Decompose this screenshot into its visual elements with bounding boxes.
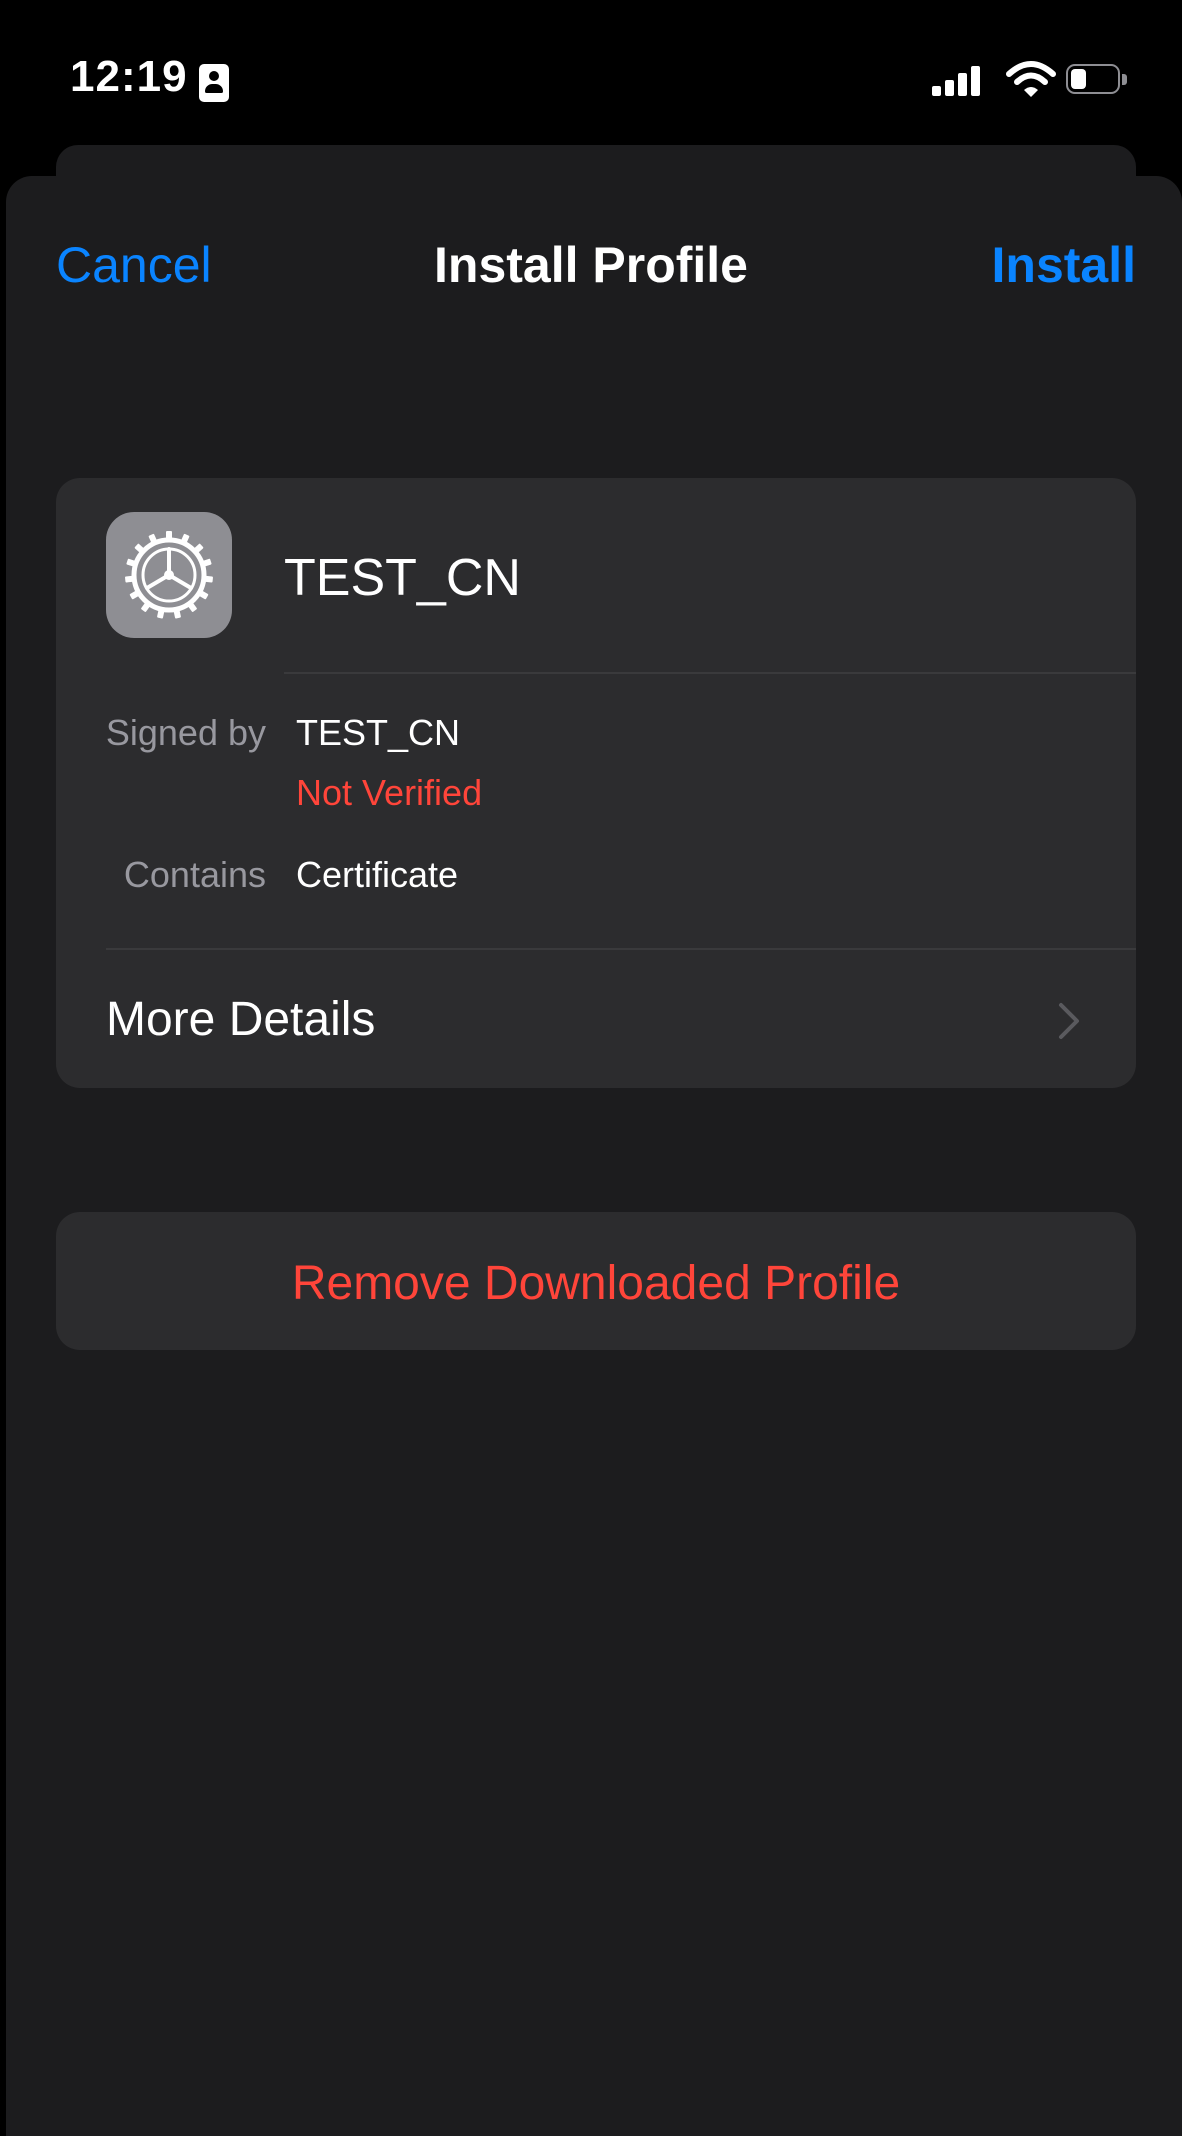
- chevron-right-icon: [1058, 1002, 1080, 1040]
- cancel-button[interactable]: Cancel: [56, 236, 212, 294]
- remove-downloaded-profile-button[interactable]: Remove Downloaded Profile: [56, 1212, 1136, 1350]
- profile-card: TEST_CN Signed by TEST_CN Not Verified C…: [56, 478, 1136, 1088]
- status-bar: 12:19: [0, 0, 1182, 150]
- contains-value: Certificate: [296, 854, 459, 895]
- status-time: 12:19: [70, 52, 188, 101]
- signed-by-label: Signed by: [105, 712, 266, 753]
- divider: [284, 672, 1136, 674]
- install-profile-sheet: [6, 176, 1182, 2136]
- profile-name: TEST_CN: [284, 549, 521, 607]
- wifi-icon: [1006, 60, 1056, 100]
- install-button[interactable]: Install: [992, 236, 1136, 294]
- gear-icon: [106, 512, 232, 638]
- more-details-label: More Details: [106, 993, 376, 1046]
- contact-card-icon: [199, 64, 229, 102]
- remove-downloaded-profile-label: Remove Downloaded Profile: [291, 1257, 901, 1310]
- battery-icon: [1066, 64, 1128, 96]
- battery-fill: [1071, 69, 1086, 89]
- more-details-row[interactable]: More Details: [56, 950, 1136, 1088]
- verification-status: Not Verified: [296, 772, 483, 813]
- signed-by-value: TEST_CN: [296, 712, 461, 753]
- cellular-signal-icon: [932, 66, 982, 96]
- contains-label: Contains: [123, 854, 266, 895]
